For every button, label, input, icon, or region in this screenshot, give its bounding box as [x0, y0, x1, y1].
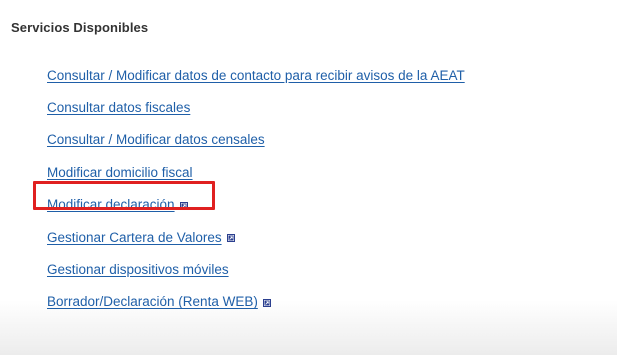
- services-panel: Servicios Disponibles Consultar / Modifi…: [0, 0, 617, 355]
- link-modify-declaration[interactable]: Modificar declaración: [47, 197, 175, 212]
- services-list: Consultar / Modificar datos de contacto …: [47, 59, 465, 318]
- service-item-modify-declaration: Modificar declaración: [47, 189, 465, 221]
- link-mobile-devices[interactable]: Gestionar dispositivos móviles: [47, 262, 229, 277]
- service-item-fiscal-data: Consultar datos fiscales: [47, 91, 465, 123]
- section-title: Servicios Disponibles: [11, 20, 149, 35]
- service-item-fiscal-address: Modificar domicilio fiscal: [47, 156, 465, 188]
- service-item-mobile-devices: Gestionar dispositivos móviles: [47, 253, 465, 285]
- service-item-renta-web: Borrador/Declaración (Renta WEB): [47, 286, 465, 318]
- link-census-data[interactable]: Consultar / Modificar datos censales: [47, 132, 265, 147]
- link-securities-portfolio[interactable]: Gestionar Cartera de Valores: [47, 230, 222, 245]
- external-window-icon[interactable]: [262, 298, 271, 307]
- link-renta-web[interactable]: Borrador/Declaración (Renta WEB): [47, 294, 258, 309]
- external-window-icon[interactable]: [226, 234, 235, 243]
- link-fiscal-data[interactable]: Consultar datos fiscales: [47, 100, 190, 115]
- link-fiscal-address[interactable]: Modificar domicilio fiscal: [47, 165, 193, 180]
- service-item-securities-portfolio: Gestionar Cartera de Valores: [47, 221, 465, 253]
- external-window-icon[interactable]: [179, 201, 188, 210]
- service-item-contact-data: Consultar / Modificar datos de contacto …: [47, 59, 465, 91]
- service-item-census-data: Consultar / Modificar datos censales: [47, 124, 465, 156]
- link-modify-contact-data[interactable]: Consultar / Modificar datos de contacto …: [47, 68, 465, 83]
